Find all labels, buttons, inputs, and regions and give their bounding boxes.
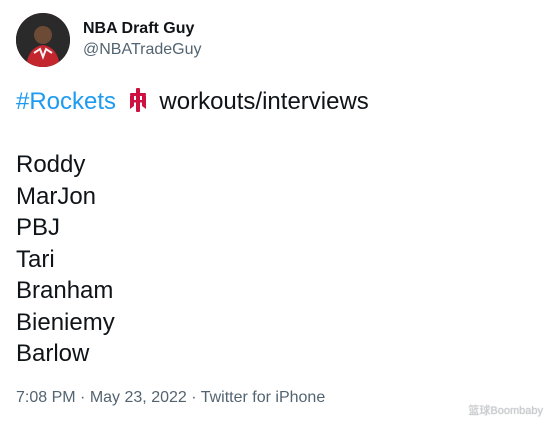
user-handle[interactable]: @NBATradeGuy: [83, 40, 202, 60]
name-line: Roddy: [16, 151, 86, 178]
name-line: Bieniemy: [16, 308, 115, 336]
watermark: 篮球Boombaby: [468, 405, 543, 417]
meta-separator: ·: [191, 389, 197, 406]
display-name[interactable]: NBA Draft Guy: [83, 19, 194, 39]
tweet-meta: 7:08 PM · May 23, 2022 · Twitter for iPh…: [16, 388, 325, 408]
name-line: Tari: [16, 245, 55, 273]
name-line: MarJon: [16, 182, 97, 210]
player-avatar-image: [16, 13, 70, 67]
name-line: Branham: [16, 277, 114, 304]
rockets-logo-icon: [129, 88, 146, 112]
tweet-time[interactable]: 7:08 PM: [16, 389, 76, 406]
tweet-headline: #Rockets workouts/interviews: [16, 86, 536, 118]
name-line: PBJ: [16, 214, 61, 241]
hashtag-link[interactable]: #Rockets: [16, 88, 116, 115]
tweet-source[interactable]: Twitter for iPhone: [201, 389, 326, 406]
meta-separator: ·: [80, 389, 86, 406]
name-line: Barlow: [16, 340, 90, 367]
paragraph-break: [16, 118, 536, 150]
tweet-text: #Rockets workouts/interviews Roddy MarJo…: [16, 86, 536, 370]
tweet-date[interactable]: May 23, 2022: [90, 389, 187, 406]
headline-text: workouts/interviews: [159, 88, 369, 115]
avatar[interactable]: [16, 13, 70, 67]
